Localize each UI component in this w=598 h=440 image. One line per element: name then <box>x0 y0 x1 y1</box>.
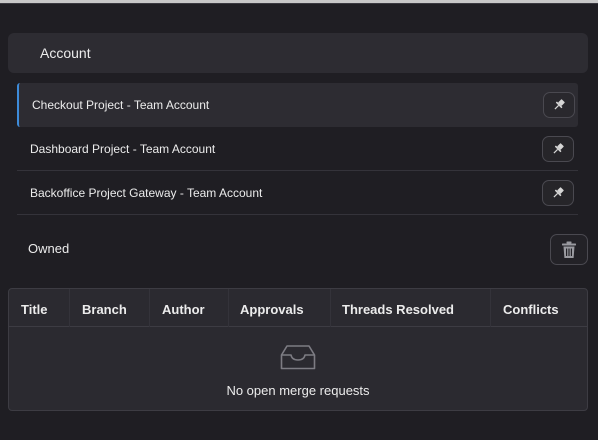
column-header-branch[interactable]: Branch <box>82 302 127 317</box>
column-header-title[interactable]: Title <box>21 302 48 317</box>
pin-icon <box>553 187 564 198</box>
table-header: Title Branch Author Approvals Threads Re… <box>9 289 587 327</box>
pin-button[interactable] <box>542 180 574 206</box>
account-section-header: Account <box>8 33 588 73</box>
column-header-approvals[interactable]: Approvals <box>240 302 304 317</box>
account-item-backoffice[interactable]: Backoffice Project Gateway - Team Accoun… <box>17 171 578 215</box>
account-item-label: Backoffice Project Gateway - Team Accoun… <box>30 185 263 200</box>
owned-label: Owned <box>28 241 70 256</box>
account-section-title: Account <box>40 45 91 61</box>
pin-icon <box>554 99 565 110</box>
pin-button[interactable] <box>543 92 575 118</box>
column-header-threads-resolved[interactable]: Threads Resolved <box>342 302 454 317</box>
window-top-border <box>0 0 598 4</box>
column-divider <box>69 289 70 327</box>
account-list: Checkout Project - Team Account Dashboar… <box>17 83 578 215</box>
account-item-label: Checkout Project - Team Account <box>32 98 210 112</box>
delete-button[interactable] <box>550 234 588 265</box>
empty-state: No open merge requests <box>9 344 587 398</box>
account-item-label: Dashboard Project - Team Account <box>30 141 216 156</box>
trash-icon <box>562 241 576 258</box>
column-divider <box>490 289 491 327</box>
merge-requests-table: Title Branch Author Approvals Threads Re… <box>8 288 588 411</box>
column-divider <box>330 289 331 327</box>
column-divider <box>149 289 150 327</box>
account-item-checkout[interactable]: Checkout Project - Team Account <box>17 83 578 127</box>
column-header-conflicts[interactable]: Conflicts <box>503 302 559 317</box>
account-item-dashboard[interactable]: Dashboard Project - Team Account <box>17 127 578 171</box>
pin-icon <box>553 143 564 154</box>
column-divider <box>228 289 229 327</box>
pin-button[interactable] <box>542 136 574 162</box>
empty-state-message: No open merge requests <box>226 383 370 398</box>
inbox-tray-icon <box>280 345 316 370</box>
column-header-author[interactable]: Author <box>162 302 205 317</box>
